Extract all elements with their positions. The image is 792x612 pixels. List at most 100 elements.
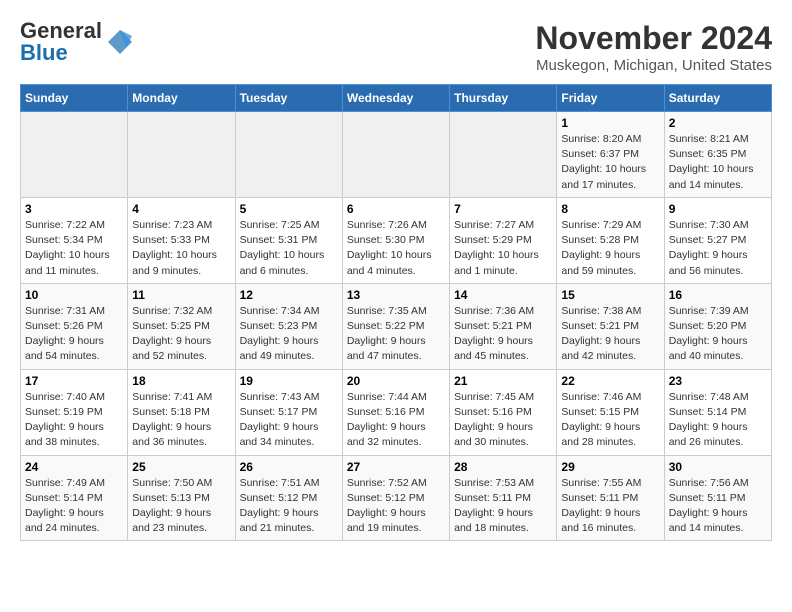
day-info: Sunrise: 7:55 AM Sunset: 5:11 PM Dayligh… — [561, 476, 659, 537]
day-info: Sunrise: 7:49 AM Sunset: 5:14 PM Dayligh… — [25, 476, 123, 537]
day-number: 24 — [25, 460, 123, 474]
day-number: 27 — [347, 460, 445, 474]
day-number: 29 — [561, 460, 659, 474]
day-info: Sunrise: 7:52 AM Sunset: 5:12 PM Dayligh… — [347, 476, 445, 537]
day-number: 18 — [132, 374, 230, 388]
main-title: November 2024 — [535, 20, 772, 57]
calendar-body: 1 Sunrise: 8:20 AM Sunset: 6:37 PM Daylig… — [21, 112, 772, 541]
day-info: Sunrise: 7:34 AM Sunset: 5:23 PM Dayligh… — [240, 304, 338, 365]
day-number: 23 — [669, 374, 767, 388]
day-number: 7 — [454, 202, 552, 216]
day-info: Sunrise: 7:26 AM Sunset: 5:30 PM Dayligh… — [347, 218, 445, 279]
calendar-cell: 11Sunrise: 7:32 AM Sunset: 5:25 PM Dayli… — [128, 283, 235, 369]
calendar-week-1: 1 Sunrise: 8:20 AM Sunset: 6:37 PM Daylig… — [21, 112, 772, 198]
day-info: Sunrise: 7:40 AM Sunset: 5:19 PM Dayligh… — [25, 390, 123, 451]
day-info: Sunrise: 7:43 AM Sunset: 5:17 PM Dayligh… — [240, 390, 338, 451]
calendar-cell — [342, 112, 449, 198]
weekday-header-row: SundayMondayTuesdayWednesdayThursdayFrid… — [21, 85, 772, 112]
calendar-cell: 18 Sunrise: 7:41 AM Sunset: 5:18 PM Dayli… — [128, 369, 235, 455]
day-info: Sunrise: 7:48 AM Sunset: 5:14 PM Dayligh… — [669, 390, 767, 451]
weekday-header-thursday: Thursday — [450, 85, 557, 112]
calendar-cell: 26 Sunrise: 7:51 AM Sunset: 5:12 PM Dayli… — [235, 455, 342, 541]
calendar-cell: 21Sunrise: 7:45 AM Sunset: 5:16 PM Dayli… — [450, 369, 557, 455]
logo-icon — [106, 28, 134, 56]
calendar-cell — [128, 112, 235, 198]
day-info: Sunrise: 7:23 AM Sunset: 5:33 PM Dayligh… — [132, 218, 230, 279]
day-info: Sunrise: 7:30 AM Sunset: 5:27 PM Dayligh… — [669, 218, 767, 279]
calendar-cell: 24 Sunrise: 7:49 AM Sunset: 5:14 PM Dayli… — [21, 455, 128, 541]
day-number: 4 — [132, 202, 230, 216]
day-info: Sunrise: 7:50 AM Sunset: 5:13 PM Dayligh… — [132, 476, 230, 537]
day-number: 20 — [347, 374, 445, 388]
day-info: Sunrise: 7:56 AM Sunset: 5:11 PM Dayligh… — [669, 476, 767, 537]
day-number: 2 — [669, 116, 767, 130]
calendar-cell — [21, 112, 128, 198]
calendar-cell: 12 Sunrise: 7:34 AM Sunset: 5:23 PM Dayli… — [235, 283, 342, 369]
day-info: Sunrise: 7:29 AM Sunset: 5:28 PM Dayligh… — [561, 218, 659, 279]
calendar-header: SundayMondayTuesdayWednesdayThursdayFrid… — [21, 85, 772, 112]
calendar-cell: 22Sunrise: 7:46 AM Sunset: 5:15 PM Dayli… — [557, 369, 664, 455]
day-number: 9 — [669, 202, 767, 216]
calendar-cell: 2 Sunrise: 8:21 AM Sunset: 6:35 PM Daylig… — [664, 112, 771, 198]
day-info: Sunrise: 7:32 AM Sunset: 5:25 PM Dayligh… — [132, 304, 230, 365]
day-number: 22 — [561, 374, 659, 388]
day-number: 30 — [669, 460, 767, 474]
day-number: 8 — [561, 202, 659, 216]
weekday-header-friday: Friday — [557, 85, 664, 112]
calendar-cell: 3Sunrise: 7:22 AM Sunset: 5:34 PM Daylig… — [21, 197, 128, 283]
weekday-header-saturday: Saturday — [664, 85, 771, 112]
day-number: 10 — [25, 288, 123, 302]
day-number: 21 — [454, 374, 552, 388]
day-info: Sunrise: 7:41 AM Sunset: 5:18 PM Dayligh… — [132, 390, 230, 451]
day-info: Sunrise: 7:38 AM Sunset: 5:21 PM Dayligh… — [561, 304, 659, 365]
page-header: General Blue November 2024 Muskegon, Mic… — [20, 20, 772, 74]
calendar-cell: 7 Sunrise: 7:27 AM Sunset: 5:29 PM Daylig… — [450, 197, 557, 283]
weekday-header-sunday: Sunday — [21, 85, 128, 112]
day-number: 1 — [561, 116, 659, 130]
day-number: 13 — [347, 288, 445, 302]
calendar-week-2: 3Sunrise: 7:22 AM Sunset: 5:34 PM Daylig… — [21, 197, 772, 283]
day-info: Sunrise: 7:27 AM Sunset: 5:29 PM Dayligh… — [454, 218, 552, 279]
day-info: Sunrise: 7:53 AM Sunset: 5:11 PM Dayligh… — [454, 476, 552, 537]
weekday-header-monday: Monday — [128, 85, 235, 112]
day-number: 19 — [240, 374, 338, 388]
day-number: 16 — [669, 288, 767, 302]
calendar-cell: 20Sunrise: 7:44 AM Sunset: 5:16 PM Dayli… — [342, 369, 449, 455]
calendar-week-3: 10 Sunrise: 7:31 AM Sunset: 5:26 PM Dayli… — [21, 283, 772, 369]
day-info: Sunrise: 7:39 AM Sunset: 5:20 PM Dayligh… — [669, 304, 767, 365]
weekday-header-wednesday: Wednesday — [342, 85, 449, 112]
day-info: Sunrise: 7:31 AM Sunset: 5:26 PM Dayligh… — [25, 304, 123, 365]
day-info: Sunrise: 8:21 AM Sunset: 6:35 PM Dayligh… — [669, 132, 767, 193]
calendar-cell: 29 Sunrise: 7:55 AM Sunset: 5:11 PM Dayli… — [557, 455, 664, 541]
calendar-cell: 25Sunrise: 7:50 AM Sunset: 5:13 PM Dayli… — [128, 455, 235, 541]
calendar-cell: 4 Sunrise: 7:23 AM Sunset: 5:33 PM Daylig… — [128, 197, 235, 283]
day-number: 3 — [25, 202, 123, 216]
calendar-cell: 9 Sunrise: 7:30 AM Sunset: 5:27 PM Daylig… — [664, 197, 771, 283]
day-info: Sunrise: 7:35 AM Sunset: 5:22 PM Dayligh… — [347, 304, 445, 365]
calendar-cell: 23 Sunrise: 7:48 AM Sunset: 5:14 PM Dayli… — [664, 369, 771, 455]
day-info: Sunrise: 7:51 AM Sunset: 5:12 PM Dayligh… — [240, 476, 338, 537]
calendar-cell: 30 Sunrise: 7:56 AM Sunset: 5:11 PM Dayli… — [664, 455, 771, 541]
calendar-cell: 6 Sunrise: 7:26 AM Sunset: 5:30 PM Daylig… — [342, 197, 449, 283]
weekday-header-tuesday: Tuesday — [235, 85, 342, 112]
day-number: 12 — [240, 288, 338, 302]
calendar-cell: 8 Sunrise: 7:29 AM Sunset: 5:28 PM Daylig… — [557, 197, 664, 283]
calendar-cell: 13 Sunrise: 7:35 AM Sunset: 5:22 PM Dayli… — [342, 283, 449, 369]
calendar-cell — [235, 112, 342, 198]
calendar-cell: 16 Sunrise: 7:39 AM Sunset: 5:20 PM Dayli… — [664, 283, 771, 369]
day-number: 6 — [347, 202, 445, 216]
day-number: 26 — [240, 460, 338, 474]
calendar-table: SundayMondayTuesdayWednesdayThursdayFrid… — [20, 84, 772, 541]
calendar-cell: 5Sunrise: 7:25 AM Sunset: 5:31 PM Daylig… — [235, 197, 342, 283]
logo: General Blue — [20, 20, 134, 64]
day-number: 14 — [454, 288, 552, 302]
calendar-cell: 19 Sunrise: 7:43 AM Sunset: 5:17 PM Dayli… — [235, 369, 342, 455]
day-number: 15 — [561, 288, 659, 302]
calendar-cell: 17Sunrise: 7:40 AM Sunset: 5:19 PM Dayli… — [21, 369, 128, 455]
calendar-week-4: 17Sunrise: 7:40 AM Sunset: 5:19 PM Dayli… — [21, 369, 772, 455]
subtitle: Muskegon, Michigan, United States — [535, 57, 772, 74]
day-info: Sunrise: 8:20 AM Sunset: 6:37 PM Dayligh… — [561, 132, 659, 193]
calendar-cell: 15 Sunrise: 7:38 AM Sunset: 5:21 PM Dayli… — [557, 283, 664, 369]
day-number: 28 — [454, 460, 552, 474]
day-number: 5 — [240, 202, 338, 216]
